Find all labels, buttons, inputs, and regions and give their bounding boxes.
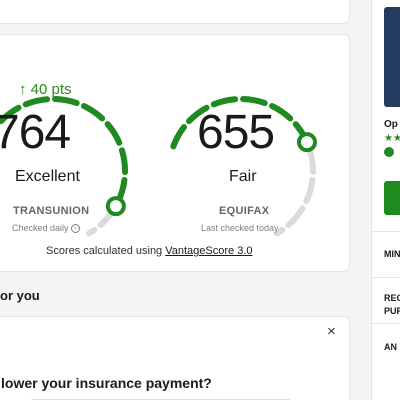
check-badge-icon <box>384 147 394 157</box>
info-icon[interactable]: i <box>70 224 80 234</box>
equifax-rating: Fair <box>229 168 257 185</box>
credit-scores-card: ↑ 40 pts 764 Excellent TRANSUNION Checke… <box>0 34 350 272</box>
divider <box>372 231 400 232</box>
insurance-offer-card: × lower your insurance payment? <box>0 316 350 400</box>
section-title: or you <box>0 288 40 303</box>
transunion-rating: Excellent <box>15 168 80 185</box>
gauge-marker <box>296 132 317 153</box>
equifax-score: 655 <box>197 106 275 159</box>
transunion-checked-text: Checked daily <box>12 223 69 233</box>
score-model-prefix: Scores calculated using <box>46 245 166 257</box>
gauge-marker <box>105 196 126 217</box>
offer-title: lower your insurance payment? <box>1 375 212 391</box>
sidebar-item-1[interactable]: REC <box>384 293 400 303</box>
vantagescore-link[interactable]: VantageScore 3.0 <box>165 245 252 257</box>
sidebar-item-3[interactable]: AN <box>384 342 397 352</box>
sidebar-cta-button[interactable] <box>384 181 400 215</box>
equifax-checked: Last checked today <box>201 223 279 233</box>
close-icon[interactable]: × <box>327 323 336 340</box>
transunion-label: TRANSUNION <box>13 205 90 217</box>
divider <box>372 277 400 278</box>
offer-banner-image <box>384 7 400 107</box>
equifax-label: EQUIFAX <box>219 205 270 217</box>
divider <box>372 323 400 324</box>
previous-card <box>0 0 350 24</box>
transunion-score: 764 <box>0 106 71 159</box>
transunion-checked: Checked daily i <box>12 223 80 234</box>
sidebar-item-2[interactable]: PUR <box>384 306 400 316</box>
score-change-badge: ↑ 40 pts <box>19 81 72 98</box>
right-sidebar: Op ★★ MIN REC PUR AN <box>371 0 400 400</box>
score-model-note: Scores calculated using VantageScore 3.0 <box>46 245 252 257</box>
star-rating-icon: ★★ <box>384 133 400 144</box>
sidebar-offer-title: Op <box>384 119 398 130</box>
sidebar-item-0[interactable]: MIN <box>384 249 400 259</box>
